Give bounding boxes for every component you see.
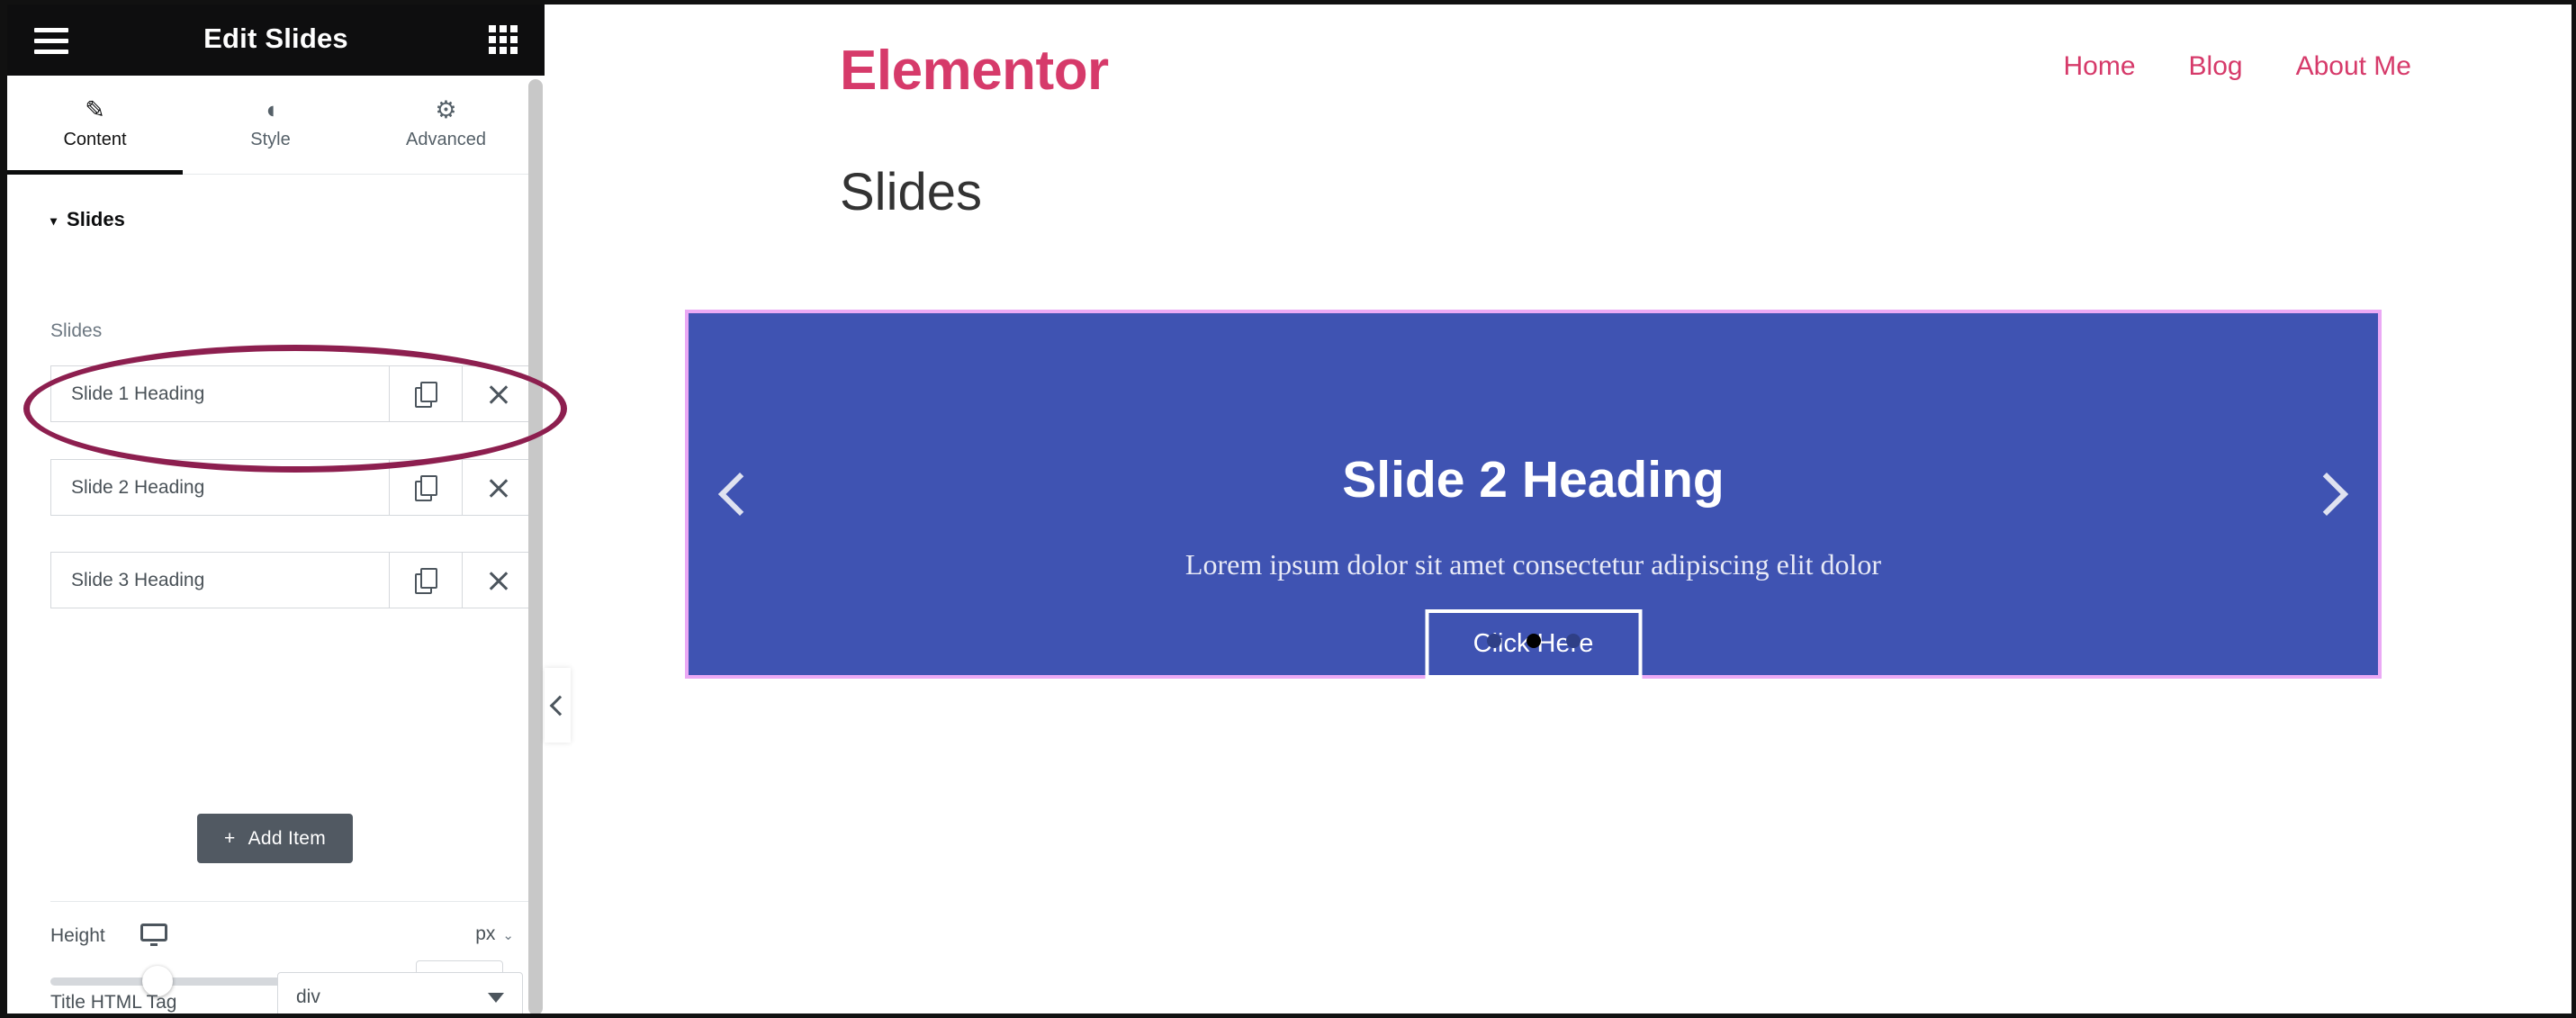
slider-dot-2[interactable]	[1526, 634, 1541, 648]
site-preview: Elementor Home Blog About Me Slides Slid…	[545, 5, 2571, 1013]
unit-selector[interactable]: px ⌄	[475, 923, 514, 945]
repeater-item-3: Slide 3 Heading	[50, 552, 536, 608]
title-html-tag-select[interactable]: div	[277, 972, 523, 1013]
repeater-item-3-duplicate-button[interactable]	[390, 552, 463, 608]
site-logo[interactable]: Elementor	[840, 39, 1109, 103]
title-html-tag-value: div	[296, 986, 320, 1007]
close-icon	[487, 569, 510, 592]
repeater-item-1: Slide 1 Heading	[50, 365, 536, 422]
gear-icon: ⚙	[435, 96, 457, 123]
repeater-item-3-remove-button[interactable]	[463, 552, 536, 608]
nav-item-home[interactable]: Home	[2064, 51, 2136, 82]
panel-collapse-toggle[interactable]	[545, 668, 571, 743]
site-header: Elementor Home Blog About Me	[545, 5, 2571, 153]
chevron-down-icon: ⌄	[502, 928, 514, 943]
repeater-item-2: Slide 2 Heading	[50, 459, 536, 516]
tab-style[interactable]: ◖ Style	[183, 76, 358, 174]
duplicate-icon	[415, 567, 437, 594]
slides-widget[interactable]: Slide 2 Heading Lorem ipsum dolor sit am…	[685, 310, 2382, 679]
tab-style-label: Style	[250, 130, 291, 149]
slides-section-header[interactable]: ▾ Slides	[50, 208, 125, 231]
repeater-item-1-title[interactable]: Slide 1 Heading	[50, 365, 390, 422]
slider-pagination	[689, 634, 2378, 648]
panel-title: Edit Slides	[203, 23, 348, 54]
slide-current: Slide 2 Heading Lorem ipsum dolor sit am…	[689, 313, 2378, 679]
repeater-item-1-duplicate-button[interactable]	[390, 365, 463, 422]
slides-section-title: Slides	[67, 208, 125, 230]
add-item-button[interactable]: + Add Item	[197, 814, 353, 863]
slide-heading: Slide 2 Heading	[1342, 451, 1725, 509]
tab-content-label: Content	[63, 130, 127, 149]
unit-selector-value: px	[475, 923, 496, 944]
panel-tabs: ✎ Content ◖ Style ⚙ Advanced	[7, 76, 534, 175]
close-icon	[487, 383, 510, 406]
tab-advanced-label: Advanced	[406, 130, 486, 149]
panel-header: Edit Slides	[7, 5, 545, 76]
plus-icon: +	[223, 827, 236, 849]
chevron-left-icon	[549, 695, 570, 716]
nav-item-about-me[interactable]: About Me	[2296, 51, 2411, 82]
tab-content[interactable]: ✎ Content	[7, 76, 183, 175]
repeater-item-3-title[interactable]: Slide 3 Heading	[50, 552, 390, 608]
desktop-monitor-icon[interactable]	[140, 923, 167, 946]
tab-advanced[interactable]: ⚙ Advanced	[358, 76, 534, 174]
title-html-tag-label: Title HTML Tag	[50, 992, 177, 1013]
contrast-circle-icon: ◖	[263, 96, 278, 123]
section-divider	[50, 901, 536, 902]
site-nav: Home Blog About Me	[2064, 51, 2412, 82]
height-control-label: Height	[50, 925, 105, 946]
repeater-item-2-remove-button[interactable]	[463, 459, 536, 516]
slides-field-label: Slides	[50, 320, 103, 341]
slider-next-button[interactable]	[2304, 472, 2349, 517]
repeater-item-2-duplicate-button[interactable]	[390, 459, 463, 516]
slide-description: Lorem ipsum dolor sit amet consectetur a…	[1184, 548, 1882, 581]
repeater-item-1-remove-button[interactable]	[463, 365, 536, 422]
apps-grid-icon[interactable]	[489, 25, 518, 54]
duplicate-icon	[415, 381, 437, 408]
screen-root: Edit Slides ✎ Content ◖ Style ⚙ Advanced	[0, 0, 2576, 1018]
pencil-icon: ✎	[85, 96, 105, 123]
slider-dot-3[interactable]	[1565, 634, 1581, 648]
duplicate-icon	[415, 474, 437, 501]
page-title: Slides	[840, 163, 982, 221]
nav-item-blog[interactable]: Blog	[2189, 51, 2243, 82]
slider-prev-button[interactable]	[717, 472, 762, 517]
chevron-down-icon	[488, 993, 504, 1003]
slider-dot-1[interactable]	[1486, 634, 1501, 648]
chevron-left-icon	[717, 472, 762, 517]
chevron-down-icon: ▾	[50, 212, 58, 228]
add-item-label: Add Item	[248, 827, 327, 849]
chevron-right-icon	[2304, 472, 2349, 517]
elementor-editor-panel: Edit Slides ✎ Content ◖ Style ⚙ Advanced	[7, 5, 545, 1013]
close-icon	[487, 476, 510, 500]
panel-scrollbar[interactable]	[528, 79, 543, 1013]
repeater-item-2-title[interactable]: Slide 2 Heading	[50, 459, 390, 516]
